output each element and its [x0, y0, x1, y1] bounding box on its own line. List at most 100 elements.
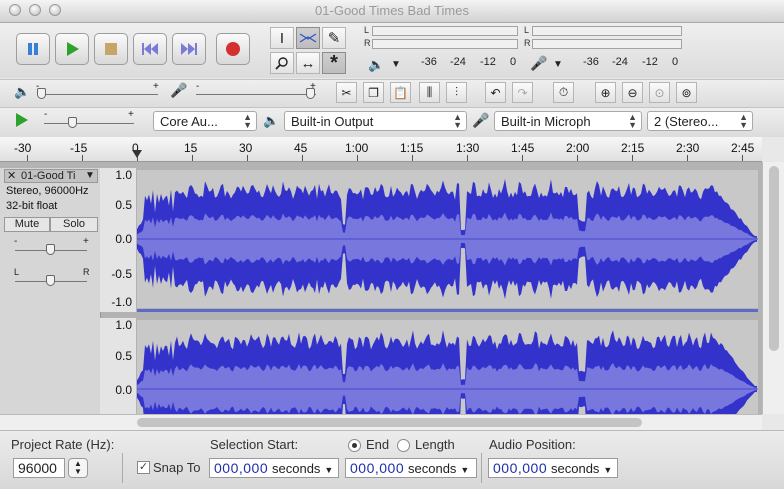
record-meter-left[interactable] [532, 26, 682, 36]
record-meter-menu[interactable]: ▼ [553, 59, 563, 70]
unit-dropdown-icon[interactable]: ▼ [460, 465, 469, 475]
input-channels-select[interactable]: 2 (Stereo... ▲ ▼ [647, 111, 753, 131]
record-button[interactable] [216, 33, 250, 65]
record-meter-left-label: L [524, 25, 530, 35]
input-volume-track [196, 94, 316, 95]
solo-button[interactable]: Solo [50, 217, 98, 232]
copy-icon: ❐ [368, 85, 379, 100]
amplitude-ruler-right: 1.0 0.5 0.0 [100, 318, 136, 414]
zoom-tool[interactable] [270, 52, 294, 74]
unit-dropdown-icon[interactable]: ▼ [603, 465, 612, 475]
playback-tick: -36 [421, 56, 437, 68]
record-meter-right-label: R [524, 38, 531, 48]
fit-selection-button[interactable]: ⊙ [649, 82, 670, 103]
playback-meter-menu[interactable]: ▼ [391, 59, 401, 70]
project-rate-value: 96000 [18, 460, 57, 476]
audio-position-label: Audio Position: [489, 437, 576, 452]
redo-button[interactable]: ↷ [512, 82, 533, 103]
record-icon [226, 42, 240, 56]
track-format: Stereo, 96000Hz [6, 185, 89, 197]
output-volume-track [38, 94, 158, 95]
selection-end-unit: seconds [408, 461, 457, 476]
input-volume-slider[interactable] [306, 88, 315, 99]
input-device-value: Built-in Microph [501, 114, 591, 129]
selection-start-field[interactable]: 000,000 seconds ▼ [209, 458, 339, 478]
playback-meter-left-label: L [364, 25, 370, 35]
fit-project-button[interactable]: ⊚ [676, 82, 697, 103]
audio-position-field[interactable]: 000,000 seconds ▼ [488, 458, 618, 478]
zoom-in-button[interactable]: ⊕ [595, 82, 616, 103]
waveform-right-channel[interactable] [137, 320, 758, 448]
updown-icon: ▲ ▼ [453, 112, 462, 130]
gain-plus-label: + [83, 236, 89, 247]
sync-lock-button[interactable]: ⏱ [553, 82, 574, 103]
waveform-left-svg [137, 178, 758, 300]
vertical-scroll-thumb[interactable] [769, 166, 779, 351]
track-control-panel: ✕ 01-Good Ti ▼ Stereo, 96000Hz 32-bit fl… [0, 168, 101, 414]
envelope-tool[interactable] [296, 27, 320, 49]
length-radio[interactable] [397, 439, 410, 452]
end-radio[interactable] [348, 439, 361, 452]
timeline-ruler[interactable]: -30 -15 0 15 30 45 1:00 1:15 1:30 1:45 2… [0, 137, 762, 162]
track-name-bar[interactable]: ✕ 01-Good Ti ▼ [4, 169, 98, 183]
undo-button[interactable]: ↶ [485, 82, 506, 103]
play-icon [16, 113, 28, 127]
zoom-out-button[interactable]: ⊖ [622, 82, 643, 103]
playhead-icon [132, 150, 142, 158]
play-button[interactable] [55, 33, 89, 65]
copy-button[interactable]: ❐ [363, 82, 384, 103]
selection-tool[interactable]: I [270, 27, 294, 49]
horizontal-scrollbar[interactable] [0, 414, 762, 430]
track-menu-arrow-icon[interactable]: ▼ [85, 170, 95, 181]
record-tick: 0 [672, 56, 679, 68]
vertical-scrollbar[interactable] [762, 162, 784, 414]
updown-icon: ▲ ▼ [739, 112, 748, 130]
time-shift-tool[interactable]: ↔ [296, 52, 320, 74]
cut-button[interactable]: ✂ [336, 82, 357, 103]
snap-to-checkbox[interactable]: ✓ [137, 461, 150, 474]
record-meter-right[interactable] [532, 39, 682, 49]
envelope-icon [299, 33, 317, 43]
selection-end-field[interactable]: 000,000 seconds ▼ [345, 458, 477, 478]
skip-to-start-button[interactable] [133, 33, 167, 65]
input-device-select[interactable]: Built-in Microph ▲ ▼ [494, 111, 642, 131]
project-rate-stepper[interactable]: ▲ ▼ [68, 458, 88, 478]
audio-host-select[interactable]: Core Au... ▲ ▼ [153, 111, 257, 131]
draw-tool[interactable]: ✎ [322, 27, 346, 49]
silence-button[interactable]: ⫶ [446, 82, 467, 103]
play-at-speed-button[interactable] [12, 111, 34, 131]
pan-left-label: L [14, 267, 20, 277]
unit-dropdown-icon[interactable]: ▼ [324, 465, 333, 475]
stop-icon [105, 43, 117, 55]
asterisk-icon: * [330, 51, 338, 74]
length-label: Length [415, 437, 455, 452]
playback-meter-left[interactable] [372, 26, 518, 36]
gain-slider[interactable] [46, 244, 55, 255]
trim-button[interactable]: ⫼ [419, 82, 440, 103]
pan-slider[interactable] [46, 275, 55, 286]
stop-button[interactable] [94, 33, 128, 65]
horizontal-scroll-thumb[interactable] [137, 418, 642, 427]
speaker-icon: 🔈 [368, 57, 385, 72]
pause-button[interactable] [16, 33, 50, 65]
play-speed-minus: - [44, 109, 48, 120]
output-device-select[interactable]: Built-in Output ▲ ▼ [284, 111, 467, 131]
paste-button[interactable]: 📋 [390, 82, 411, 103]
ruler-label: 2:00 [566, 141, 590, 155]
mute-button[interactable]: Mute [4, 217, 50, 232]
skip-to-end-button[interactable] [172, 33, 206, 65]
double-arrow-icon: ↔ [300, 54, 316, 72]
output-volume-slider[interactable] [37, 88, 46, 99]
input-volume-minus: - [196, 81, 200, 92]
audio-host-value: Core Au... [160, 114, 218, 129]
project-rate-field[interactable]: 96000 [13, 458, 65, 478]
close-track-icon[interactable]: ✕ [7, 169, 16, 182]
track-bit-depth: 32-bit float [6, 200, 58, 212]
snap-to-label: Snap To [153, 460, 201, 475]
playback-tick: -24 [450, 56, 466, 68]
clock-icon: ⏱ [558, 85, 569, 99]
waveform-left-channel[interactable] [137, 170, 758, 308]
multi-tool[interactable]: * [322, 52, 346, 74]
playback-meter-right[interactable] [372, 39, 518, 49]
play-speed-slider[interactable] [68, 117, 77, 128]
